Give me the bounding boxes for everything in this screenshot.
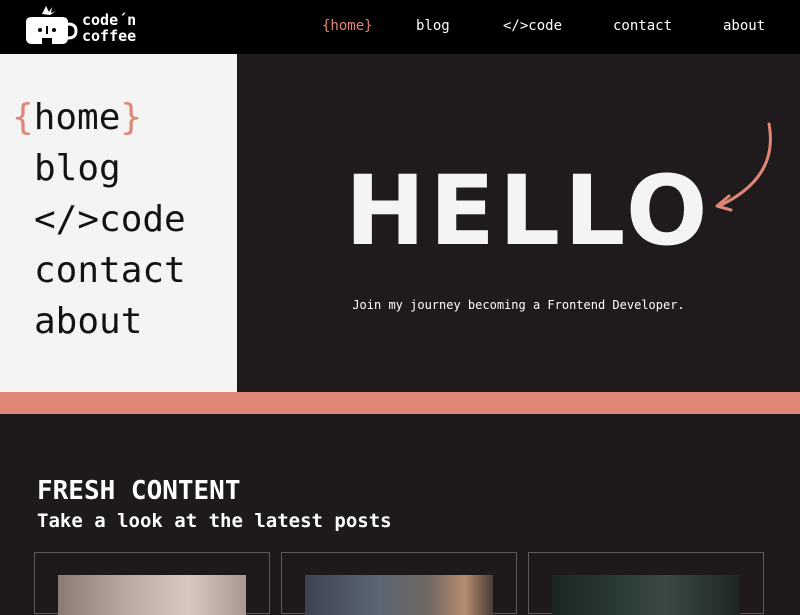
top-navbar: code´n coffee {home} blog </>code contac… xyxy=(0,0,800,54)
open-brace: { xyxy=(12,97,34,138)
hero-menu-panel: {home} blog </>code contact about xyxy=(0,54,237,392)
main-nav: {home} blog </>code contact about xyxy=(0,16,800,38)
section-title: FRESH CONTENT xyxy=(37,476,241,506)
accent-divider xyxy=(0,392,800,414)
post-thumbnail[interactable] xyxy=(58,575,246,615)
hero-menu-contact[interactable]: contact xyxy=(12,245,186,296)
nav-home[interactable]: {home} xyxy=(322,16,373,36)
hero-menu: {home} blog </>code contact about xyxy=(12,92,186,347)
post-card[interactable] xyxy=(281,552,517,615)
hero-menu-code[interactable]: </>code xyxy=(12,194,186,245)
nav-about[interactable]: about xyxy=(723,16,765,36)
hero-menu-home-label: home xyxy=(33,97,121,138)
hero-banner: HELLO Join my journey becoming a Fronten… xyxy=(237,54,800,392)
post-card[interactable] xyxy=(528,552,764,615)
close-brace: } xyxy=(120,97,143,138)
curved-arrow-icon xyxy=(715,122,772,212)
post-card[interactable] xyxy=(34,552,270,615)
post-thumbnail[interactable] xyxy=(305,575,493,615)
nav-code[interactable]: </>code xyxy=(503,16,562,36)
nav-contact[interactable]: contact xyxy=(613,16,672,36)
hero-menu-about[interactable]: about xyxy=(12,296,186,347)
fresh-content-section: FRESH CONTENT Take a look at the latest … xyxy=(0,414,800,615)
hero-tagline: Join my journey becoming a Frontend Deve… xyxy=(352,298,685,312)
nav-blog[interactable]: blog xyxy=(416,16,450,36)
hero-menu-home[interactable]: {home} xyxy=(12,92,186,143)
section-subtitle: Take a look at the latest posts xyxy=(37,510,392,532)
post-thumbnail[interactable] xyxy=(552,575,740,615)
hero-headline: HELLO xyxy=(345,155,712,267)
hero-menu-blog[interactable]: blog xyxy=(12,143,186,194)
